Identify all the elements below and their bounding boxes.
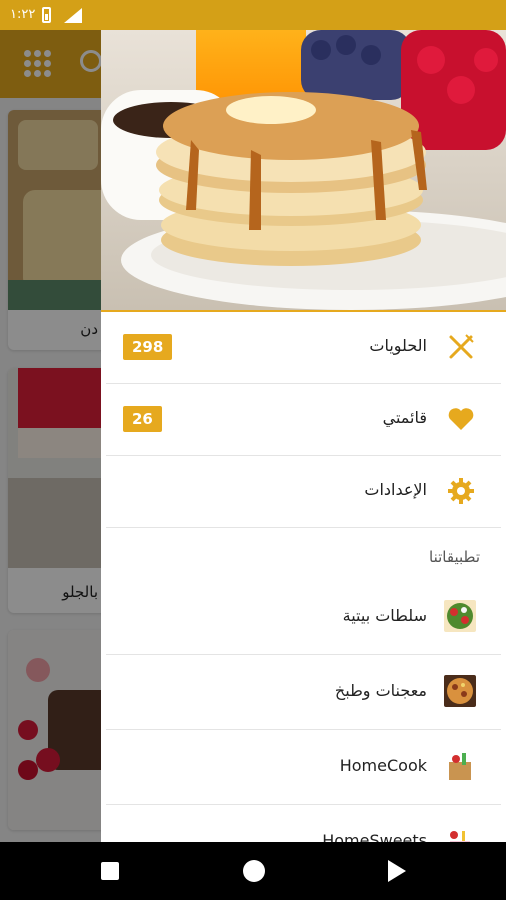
app-item-label: HomeCook xyxy=(339,756,427,775)
menu-item-label: الإعدادات xyxy=(364,480,427,499)
system-navigation-bar xyxy=(0,842,506,900)
app-item-homecook[interactable]: HomeCook xyxy=(106,730,501,805)
status-bar: ١:٢٢ xyxy=(0,0,506,30)
menu-item-my-list[interactable]: 26 قائمتي xyxy=(106,384,501,456)
back-button[interactable] xyxy=(388,860,406,882)
status-time: ١:٢٢ xyxy=(10,7,36,22)
navigation-drawer: 298 الحلويات 26 قائمتي الإعدادات تطبيقات… xyxy=(101,30,506,842)
menu-item-sweets[interactable]: 298 الحلويات xyxy=(106,312,501,384)
fork-knife-icon xyxy=(449,334,474,359)
battery-icon xyxy=(42,7,51,23)
cake-icon xyxy=(444,825,476,842)
salad-thumb xyxy=(444,600,476,632)
menu-item-label: الحلويات xyxy=(369,336,427,355)
app-item-label: سلطات بيتية xyxy=(342,606,427,625)
heart-icon xyxy=(448,408,474,430)
recents-button[interactable] xyxy=(101,862,119,880)
signal-icon xyxy=(64,8,82,23)
menu-item-label: قائمتي xyxy=(382,408,427,427)
pastry-thumb xyxy=(444,675,476,707)
gear-icon xyxy=(448,478,474,504)
app-item-pastries-cooking[interactable]: معجنات وطبخ xyxy=(106,655,501,730)
app-item-label: HomeSweets xyxy=(322,831,427,842)
app-item-home-salads[interactable]: سلطات بيتية xyxy=(106,580,501,655)
app-item-label: معجنات وطبخ xyxy=(334,681,427,700)
app-item-homesweets[interactable]: HomeSweets xyxy=(106,805,501,842)
drawer-header-image xyxy=(101,30,506,310)
sweets-count-badge: 298 xyxy=(123,334,173,360)
home-button[interactable] xyxy=(243,860,265,882)
my-list-count-badge: 26 xyxy=(123,406,162,432)
our-apps-section-title: تطبيقاتنا xyxy=(429,548,480,566)
grocery-bag-icon xyxy=(444,750,476,782)
menu-item-settings[interactable]: الإعدادات xyxy=(106,456,501,528)
